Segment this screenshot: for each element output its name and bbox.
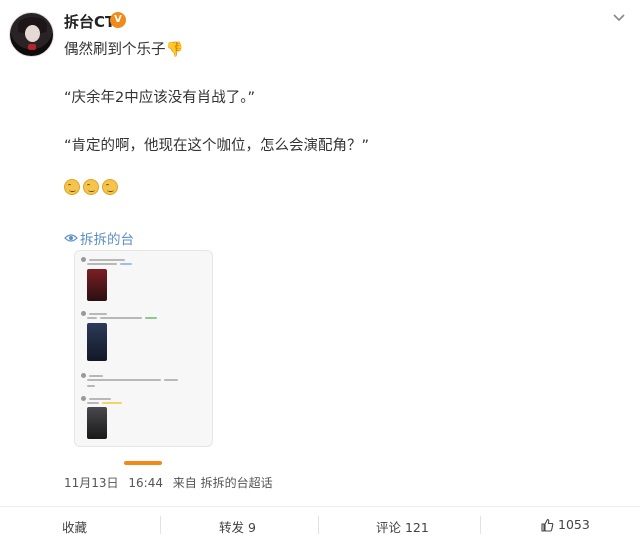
divider bbox=[0, 506, 640, 507]
username[interactable]: 拆台CT bbox=[64, 11, 115, 32]
avatar[interactable] bbox=[9, 12, 54, 57]
post-meta: 11月13日 16:44 来自 拆拆的台超话 bbox=[64, 474, 279, 491]
favorite-label: 收藏 bbox=[62, 520, 88, 535]
comment-preview-row bbox=[87, 379, 178, 381]
thumbs-up-icon bbox=[541, 518, 554, 532]
decorative-strip bbox=[124, 461, 162, 465]
comment-button[interactable]: 评论 121 bbox=[376, 517, 429, 536]
comment-preview-row bbox=[81, 373, 103, 378]
comment-preview-row bbox=[87, 402, 122, 404]
action-separator bbox=[160, 516, 161, 534]
like-count: 1053 bbox=[558, 517, 590, 532]
repost-label: 转发 9 bbox=[219, 520, 256, 535]
eye-icon bbox=[64, 234, 78, 242]
post-date: 11月13日 bbox=[64, 476, 119, 490]
emoji-row bbox=[64, 179, 118, 195]
post-text-line-3: “肯定的啊，他现在这个咖位，怎么会演配角？” bbox=[64, 138, 370, 154]
avatar-face bbox=[25, 25, 40, 42]
post-source[interactable]: 来自 拆拆的台超话 bbox=[173, 476, 273, 490]
comment-preview-row bbox=[81, 311, 107, 316]
like-button[interactable]: 1053 bbox=[540, 517, 590, 532]
screenshot-thumbnail[interactable] bbox=[74, 250, 213, 447]
grin-emoji-icon bbox=[102, 179, 118, 195]
post-text-line-1: 偶然刷到个乐子👎 bbox=[64, 42, 184, 58]
chevron-down-icon[interactable] bbox=[612, 10, 626, 24]
comment-preview-image bbox=[87, 323, 107, 361]
topic-link[interactable]: 拆拆的台 bbox=[64, 228, 134, 248]
post-text-line-2: “庆余年2中应该没有肖战了。” bbox=[64, 90, 255, 106]
comment-preview-image bbox=[87, 407, 107, 439]
grin-emoji-icon bbox=[83, 179, 99, 195]
comment-preview-row bbox=[87, 263, 132, 265]
favorite-button[interactable]: 收藏 bbox=[62, 517, 87, 536]
comment-label: 评论 121 bbox=[376, 520, 429, 535]
avatar-accent bbox=[28, 44, 36, 50]
comment-preview-row bbox=[87, 385, 95, 387]
comment-preview-row bbox=[81, 257, 125, 262]
topic-label: 拆拆的台 bbox=[80, 232, 134, 248]
action-separator bbox=[318, 516, 319, 534]
verified-badge-icon: V bbox=[110, 12, 126, 28]
post-time: 16:44 bbox=[128, 476, 163, 490]
action-separator bbox=[480, 516, 481, 534]
grin-emoji-icon bbox=[64, 179, 80, 195]
comment-preview-row bbox=[81, 396, 111, 401]
comment-preview-row bbox=[87, 317, 157, 319]
comment-preview-image bbox=[87, 269, 107, 301]
repost-button[interactable]: 转发 9 bbox=[219, 517, 256, 536]
